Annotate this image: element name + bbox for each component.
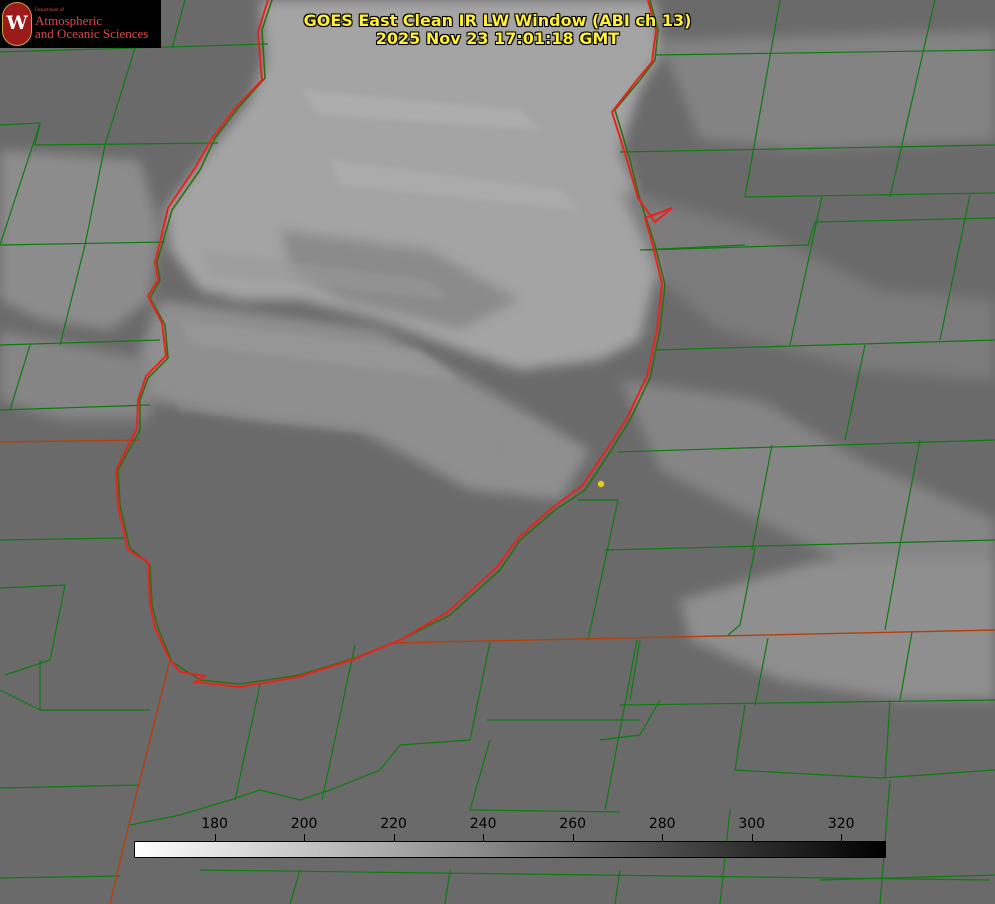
colorbar-tick xyxy=(572,834,574,841)
location-marker xyxy=(597,480,605,488)
colorbar-tick xyxy=(751,834,753,841)
image-timestamp: 2025 Nov 23 17:01:18 GMT xyxy=(375,29,620,48)
colorbar-gradient xyxy=(135,842,885,857)
colorbar-tick-label: 220 xyxy=(380,816,407,832)
colorbar-tick xyxy=(662,834,664,841)
satellite-map xyxy=(0,0,995,904)
colorbar-tick-label: 180 xyxy=(201,816,228,832)
colorbar-tick-label: 320 xyxy=(827,816,855,832)
colorbar xyxy=(134,841,886,858)
colorbar-tick xyxy=(214,834,216,841)
colorbar-tick-label: 280 xyxy=(648,816,676,832)
colorbar-tick xyxy=(483,834,485,841)
colorbar-tick-label: 260 xyxy=(559,816,587,832)
cloud-west xyxy=(0,150,160,330)
image-title: GOES East Clean IR LW Window (ABI ch 13) xyxy=(303,11,692,30)
colorbar-tick xyxy=(304,834,306,841)
colorbar-tick xyxy=(841,834,843,841)
colorbar-tick xyxy=(393,834,395,841)
colorbar-tick-label: 200 xyxy=(290,816,318,832)
colorbar-tick-label: 300 xyxy=(738,816,766,832)
colorbar-tick-label: 240 xyxy=(469,816,497,832)
cloud-east-1 xyxy=(660,30,995,150)
